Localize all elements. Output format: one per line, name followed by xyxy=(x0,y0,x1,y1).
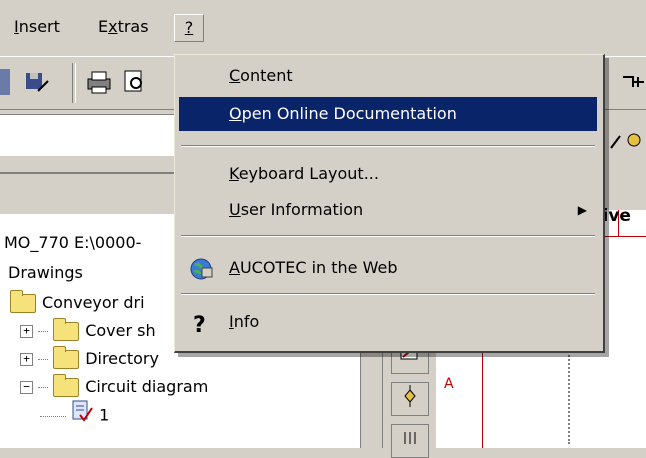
tree-item-conveyor[interactable]: Conveyor dri xyxy=(10,288,145,318)
collapse-icon[interactable]: − xyxy=(20,381,33,394)
folder-icon xyxy=(53,318,80,341)
menu-help[interactable]: ? xyxy=(174,14,204,42)
label-rest: ontent xyxy=(240,66,293,85)
expand-icon[interactable]: + xyxy=(20,325,33,338)
menu-extras[interactable]: Extras xyxy=(96,14,151,40)
menu-item-content-label: Content xyxy=(229,59,293,93)
tree-item-page-1[interactable]: 1 xyxy=(40,400,109,430)
menu-extras-hotkey: x xyxy=(108,17,118,36)
menu-item-content[interactable]: Content xyxy=(179,59,597,93)
label-rest: pen Online Documentation xyxy=(241,104,457,123)
tool-button-bus[interactable] xyxy=(391,424,429,458)
menu-insert-label: nsert xyxy=(18,17,60,36)
tree-item-circuit-diagram[interactable]: − Circuit diagram xyxy=(20,372,208,402)
tree-connector xyxy=(38,359,49,360)
menu-extras-label-a: E xyxy=(98,17,109,36)
tree-item-label: Conveyor dri xyxy=(42,293,145,312)
menu-help-label: ? xyxy=(184,18,194,37)
help-dropdown-menu: Content Open Online Documentation Keyboa… xyxy=(174,54,605,353)
hotkey: K xyxy=(229,164,239,183)
hotkey: C xyxy=(229,66,241,85)
menu-item-keyboard-layout-label: Keyboard Layout... xyxy=(229,157,379,191)
address-combo[interactable] xyxy=(0,114,190,156)
tree-drawings[interactable]: Drawings xyxy=(8,258,83,288)
folder-open-icon xyxy=(53,374,80,397)
menu-bar: Insert Extras ? xyxy=(0,0,646,44)
save-as-icon[interactable] xyxy=(24,69,50,95)
menu-item-info-label: Info xyxy=(229,305,259,339)
menu-item-info[interactable]: ? Info xyxy=(179,305,597,339)
tree-connector xyxy=(38,331,49,332)
tree-item-cover-sheet[interactable]: + Cover sh xyxy=(20,316,156,346)
menu-separator xyxy=(181,235,595,237)
toolbar-icon-partial[interactable] xyxy=(0,69,10,95)
menu-insert[interactable]: Insert xyxy=(12,14,62,40)
globe-icon xyxy=(189,257,213,293)
tree-item-label: Directory xyxy=(85,349,159,368)
toolbar-icon-right[interactable] xyxy=(620,69,646,95)
tree-item-label: 1 xyxy=(99,405,110,425)
tool-button-connector[interactable] xyxy=(391,382,429,416)
tree-item-label: Circuit diagram xyxy=(85,377,209,396)
menu-item-open-online-documentation[interactable]: Open Online Documentation xyxy=(179,97,597,131)
hotkey: A xyxy=(229,258,240,277)
menu-extras-label-b: tras xyxy=(117,17,149,36)
folder-icon xyxy=(53,346,80,369)
tree-project-label: MO_770 E:\0000- xyxy=(4,233,142,252)
tree-connector xyxy=(40,415,66,417)
label-rest: eyboard Layout... xyxy=(238,164,379,183)
toolbar-separator xyxy=(72,63,76,103)
menu-item-aucotec-web-label: AUCOTEC in the Web xyxy=(229,251,397,285)
print-icon[interactable] xyxy=(86,69,112,95)
expand-icon[interactable]: + xyxy=(20,353,33,366)
tree-drawings-label: Drawings xyxy=(8,263,83,282)
row-label: A xyxy=(444,376,454,392)
submenu-arrow-icon: ▶ xyxy=(577,203,587,217)
label-rest: ser Information xyxy=(240,200,364,219)
page-check-icon xyxy=(71,400,93,432)
menu-item-user-information-label: User Information xyxy=(229,193,363,227)
folder-icon xyxy=(10,290,36,313)
menu-separator xyxy=(181,145,595,147)
menu-item-aucotec-web[interactable]: AUCOTEC in the Web xyxy=(179,251,597,285)
toolbar2-icons[interactable] xyxy=(608,128,644,152)
label-rest: nfo xyxy=(233,312,260,331)
menu-item-user-information[interactable]: User Information ▶ xyxy=(179,193,597,227)
hotkey: O xyxy=(229,104,242,123)
label-rest: UCOTEC in the Web xyxy=(239,258,398,277)
menu-separator xyxy=(181,293,595,295)
menu-item-keyboard-layout[interactable]: Keyboard Layout... xyxy=(179,157,597,191)
tree-item-directory[interactable]: + Directory xyxy=(20,344,159,374)
tree-item-label: Cover sh xyxy=(85,321,156,340)
tree-project-root[interactable]: MO_770 E:\0000- xyxy=(4,228,141,258)
help-question-icon: ? xyxy=(193,313,206,338)
tree-connector xyxy=(38,387,49,388)
print-preview-icon[interactable] xyxy=(122,69,148,95)
menu-item-open-online-documentation-label: Open Online Documentation xyxy=(229,97,457,131)
hotkey: U xyxy=(229,200,241,219)
